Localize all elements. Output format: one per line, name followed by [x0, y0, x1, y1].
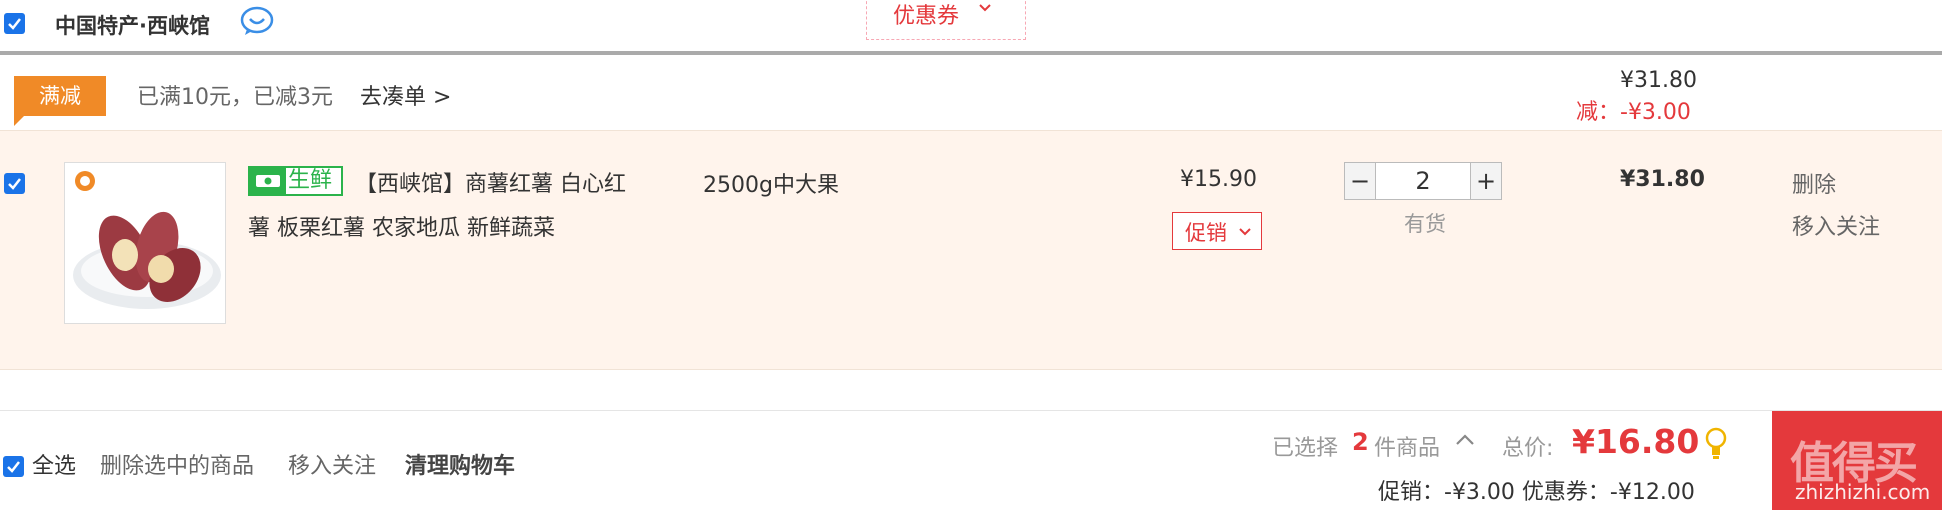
- promo-summary: 促销：-¥3.00 优惠券：-¥12.00: [1378, 480, 1695, 505]
- promo-dropdown-label: 促销: [1185, 221, 1227, 245]
- quantity-input[interactable]: 2: [1376, 163, 1470, 199]
- select-all-checkbox[interactable]: [3, 456, 24, 477]
- watermark: zhizhizhi.com: [1795, 480, 1931, 504]
- fresh-ticket-icon: [250, 168, 286, 194]
- shop-name[interactable]: 中国特产·西峡馆: [55, 10, 210, 40]
- promo-dropdown[interactable]: 促销: [1172, 212, 1262, 250]
- delete-selected-link[interactable]: 删除选中的商品: [100, 448, 254, 480]
- selected-count[interactable]: 2: [1352, 428, 1369, 456]
- chat-bubble-icon[interactable]: [240, 6, 274, 40]
- add-more-link[interactable]: 去凑单 >: [360, 79, 451, 111]
- chevron-up-icon[interactable]: [1454, 432, 1476, 448]
- footer-move-to-favorites-link[interactable]: 移入关注: [288, 448, 376, 480]
- chevron-down-icon: [979, 4, 991, 12]
- product-title-line1[interactable]: 【西峡馆】商薯红薯 白心红: [355, 166, 626, 198]
- coupon-tab[interactable]: 优惠券: [866, 0, 1026, 40]
- promo-badge: 满减: [14, 76, 106, 116]
- clear-cart-link[interactable]: 清理购物车: [405, 448, 515, 480]
- promo-subtotal: ¥31.80: [1620, 68, 1697, 93]
- product-image[interactable]: [64, 162, 226, 324]
- promo-text: 已满10元，已减3元: [137, 85, 333, 110]
- total-price: ¥16.80: [1572, 422, 1700, 461]
- unit-price: ¥15.90: [1180, 167, 1257, 192]
- fresh-tag-label: 生鲜: [288, 168, 333, 193]
- shop-checkbox[interactable]: [4, 13, 25, 34]
- item-checkbox[interactable]: [4, 173, 25, 194]
- promo-badge-flag: [14, 116, 24, 126]
- selected-prefix: 已选择: [1272, 436, 1339, 461]
- product-title-line2[interactable]: 薯 板栗红薯 农家地瓜 新鲜蔬菜: [248, 210, 555, 242]
- move-to-favorites-link[interactable]: 移入关注: [1792, 209, 1880, 241]
- shop-divider: [0, 51, 1942, 55]
- quantity-stepper: − 2 +: [1344, 162, 1502, 200]
- select-all-label[interactable]: 全选: [32, 448, 76, 480]
- promo-discount: 减：-¥3.00: [1576, 100, 1691, 125]
- chevron-down-icon: [1239, 228, 1251, 236]
- product-spec: 2500g中大果: [703, 173, 839, 198]
- lightbulb-icon[interactable]: [1704, 426, 1728, 462]
- coupon-label: 优惠券: [893, 4, 960, 29]
- total-label: 总价:: [1502, 436, 1554, 461]
- footer-divider: [0, 410, 1942, 411]
- item-subtotal: ¥31.80: [1620, 167, 1705, 192]
- increase-button[interactable]: +: [1470, 163, 1501, 199]
- delete-link[interactable]: 删除: [1792, 167, 1836, 199]
- fresh-tag: 生鲜: [248, 166, 343, 196]
- selected-suffix: 件商品: [1374, 436, 1441, 461]
- decrease-button[interactable]: −: [1345, 163, 1376, 199]
- stock-status: 有货: [1404, 212, 1446, 236]
